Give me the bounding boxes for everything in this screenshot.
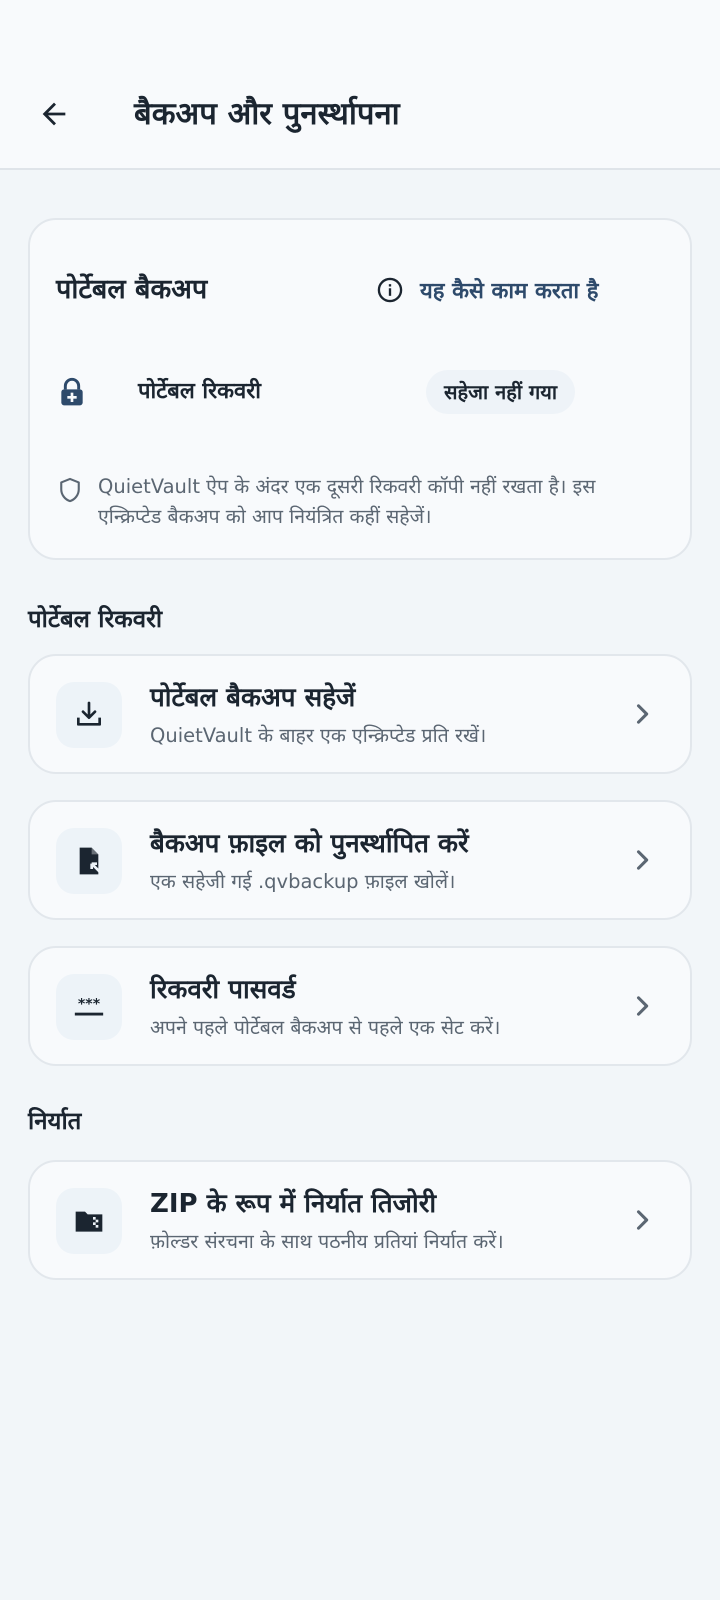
info-icon bbox=[377, 277, 403, 303]
item-subtitle: एक सहेजी गई .qvbackup फ़ाइल खोलें। bbox=[150, 870, 456, 893]
arrow-left-icon bbox=[42, 102, 66, 126]
icon-container bbox=[56, 682, 122, 748]
icon-container bbox=[56, 828, 122, 894]
shield-icon bbox=[60, 477, 80, 503]
file-restore-icon bbox=[79, 847, 101, 875]
download-icon bbox=[77, 701, 101, 726]
icon-container bbox=[56, 1188, 122, 1254]
item-title: बैकअप फ़ाइल को पुनर्स्थापित करें bbox=[150, 829, 469, 859]
section-heading-export: निर्यात bbox=[28, 1107, 82, 1135]
restore-backup-file-item[interactable]: बैकअप फ़ाइल को पुनर्स्थापित करें एक सहेज… bbox=[28, 800, 692, 920]
chevron-right-icon bbox=[636, 996, 649, 1016]
note-text: QuietVault ऐप के अंदर एक दूसरी रिकवरी कॉ… bbox=[98, 475, 596, 528]
how-it-works-link[interactable]: यह कैसे काम करता है bbox=[376, 270, 598, 310]
chevron-right-icon bbox=[636, 850, 649, 870]
section-heading-portable-recovery: पोर्टेबल रिकवरी bbox=[28, 605, 163, 633]
portable-backup-status-card: पोर्टेबल बैकअप यह कैसे काम करता है पोर्ट… bbox=[28, 218, 692, 560]
app-bar: बैकअप और पुनर्स्थापना bbox=[0, 0, 720, 170]
icon-container: *** bbox=[56, 974, 122, 1040]
recovery-status-row: पोर्टेबल रिकवरी सहेजा नहीं गया bbox=[56, 370, 666, 414]
item-subtitle: अपने पहले पोर्टेबल बैकअप से पहले एक सेट … bbox=[150, 1016, 501, 1039]
password-icon: *** bbox=[74, 996, 104, 1016]
card-title: पोर्टेबल बैकअप bbox=[56, 274, 208, 305]
export-vault-zip-item[interactable]: ZIP के रूप में निर्यात तिजोरी फ़ोल्डर सं… bbox=[28, 1160, 692, 1280]
lock-plus-icon bbox=[61, 377, 83, 406]
zip-folder-icon bbox=[75, 1211, 103, 1232]
recovery-label: पोर्टेबल रिकवरी bbox=[138, 379, 261, 404]
page-title: बैकअप और पुनर्स्थापना bbox=[134, 96, 400, 132]
save-portable-backup-item[interactable]: पोर्टेबल बैकअप सहेजें QuietVault के बाहर… bbox=[28, 654, 692, 774]
chevron-right-icon bbox=[636, 704, 649, 724]
item-title: पोर्टेबल बैकअप सहेजें bbox=[150, 683, 356, 713]
how-it-works-label: यह कैसे काम करता है bbox=[420, 279, 599, 304]
svg-text:***: *** bbox=[78, 996, 101, 1012]
chevron-right-icon bbox=[636, 1210, 649, 1230]
item-title: ZIP के रूप में निर्यात तिजोरी bbox=[150, 1189, 437, 1219]
item-subtitle: फ़ोल्डर संरचना के साथ पठनीय प्रतियां निर… bbox=[150, 1230, 504, 1253]
back-button[interactable] bbox=[28, 88, 80, 140]
recovery-password-item[interactable]: *** रिकवरी पासवर्ड अपने पहले पोर्टेबल बै… bbox=[28, 946, 692, 1066]
status-badge: सहेजा नहीं गया bbox=[426, 370, 576, 414]
item-title: रिकवरी पासवर्ड bbox=[150, 975, 296, 1005]
item-subtitle: QuietVault के बाहर एक एन्क्रिप्टेड प्रति… bbox=[150, 724, 487, 747]
